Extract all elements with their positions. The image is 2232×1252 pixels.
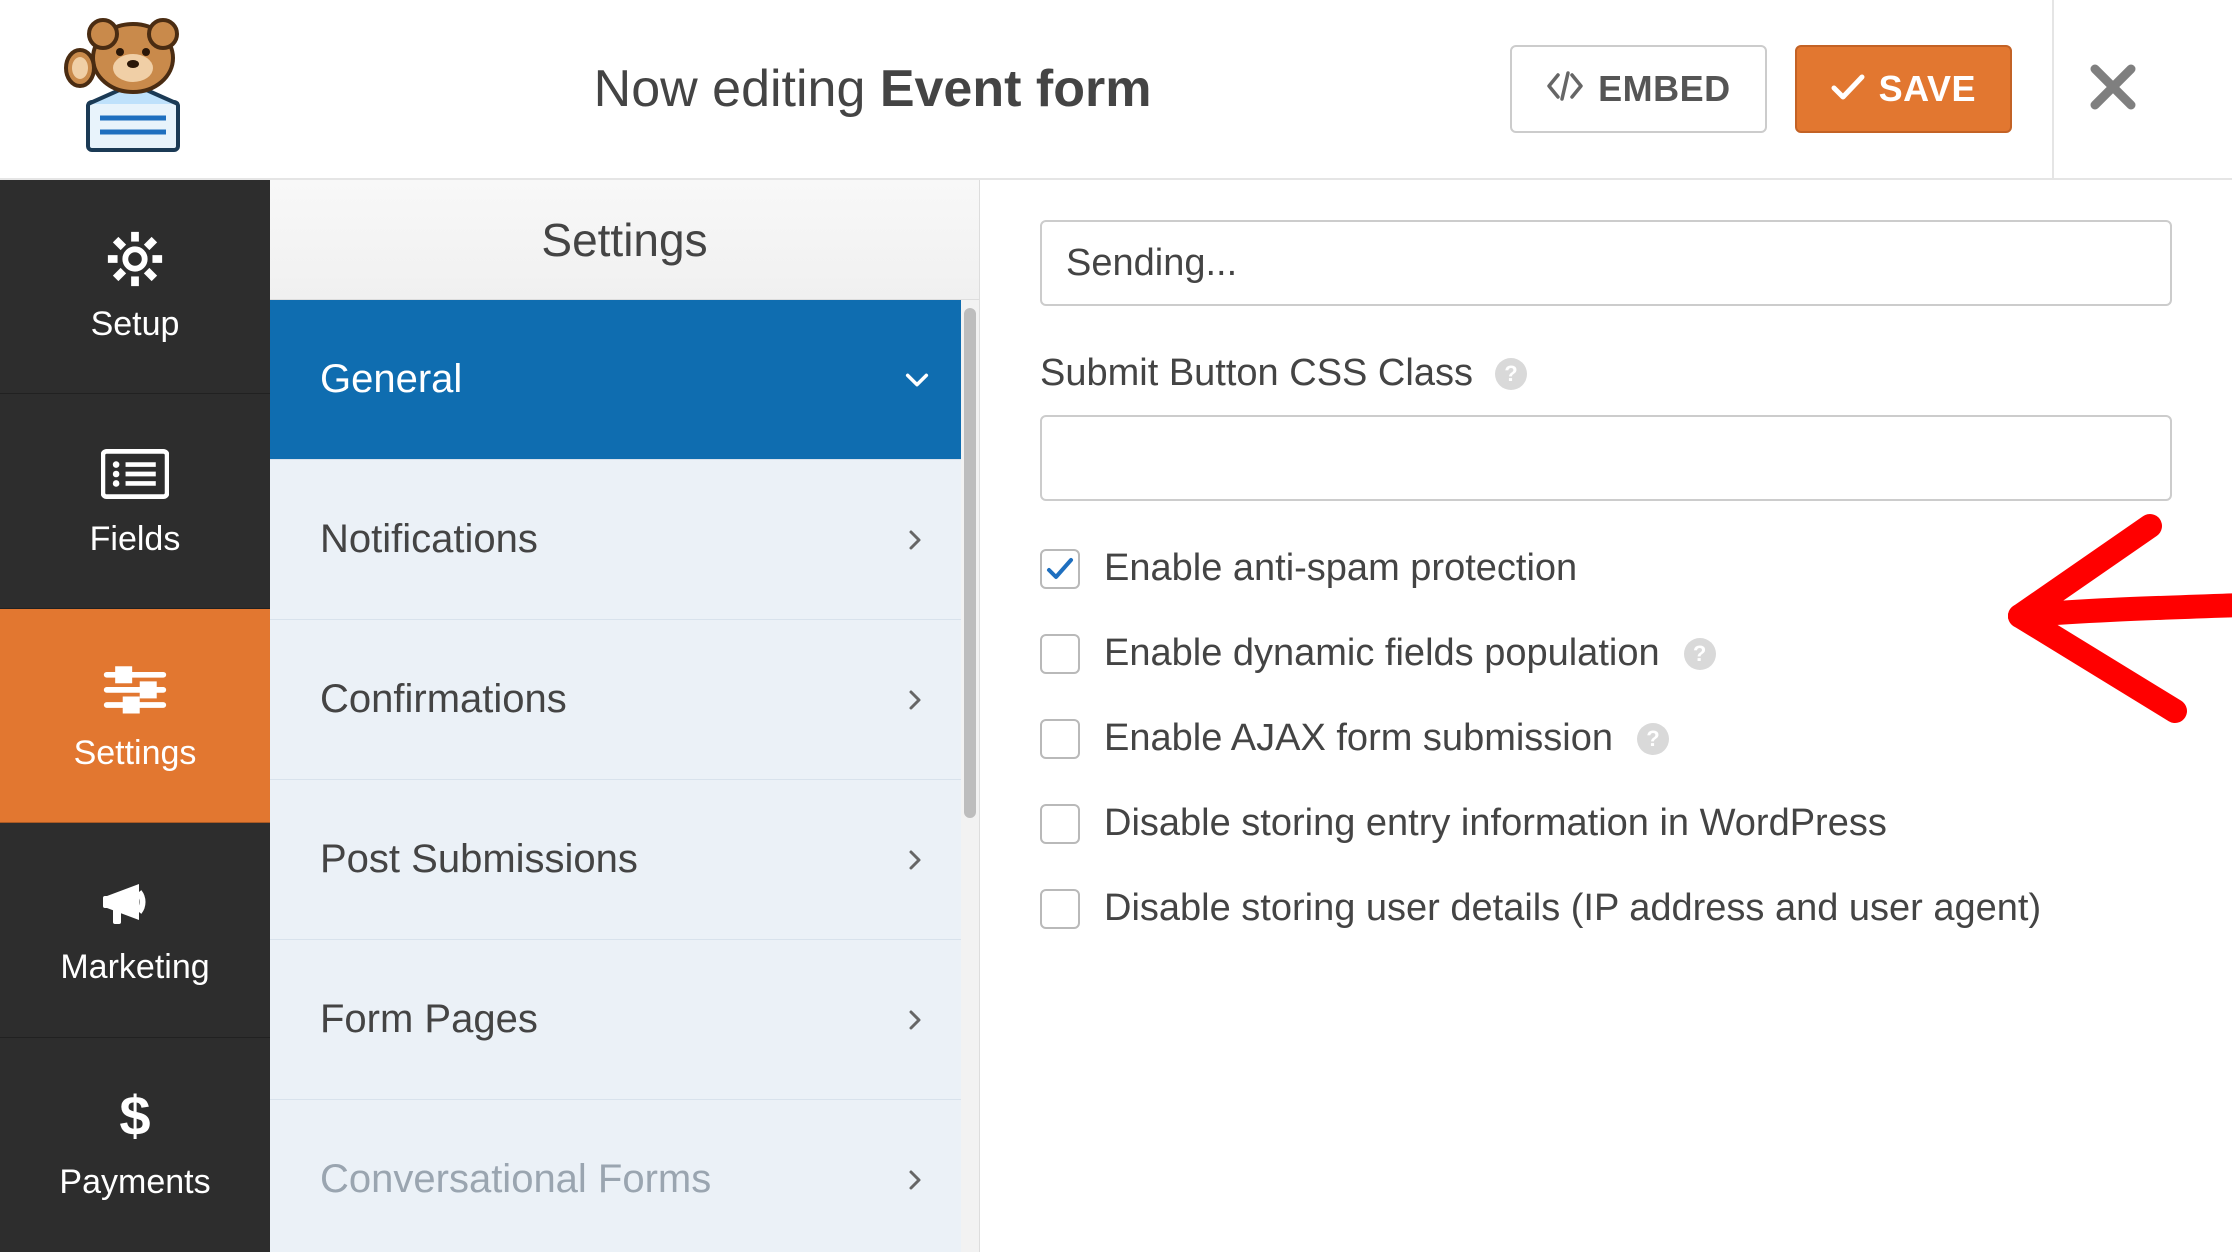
- primary-sidebar: Setup Fields Settings Marketing: [0, 180, 270, 1252]
- settings-tab-label: Post Submissions: [320, 837, 638, 882]
- checkbox-icon[interactable]: [1040, 719, 1080, 759]
- save-button[interactable]: SAVE: [1795, 45, 2012, 133]
- chevron-down-icon: [903, 366, 933, 394]
- checkmark-icon: [1831, 68, 1865, 110]
- sidebar-label: Settings: [74, 734, 197, 773]
- checkbox-label: Enable dynamic fields population: [1104, 632, 1660, 675]
- checkbox-label: Disable storing user details (IP address…: [1104, 887, 2041, 930]
- header-buttons: EMBED SAVE: [1510, 45, 2012, 133]
- settings-general-content: Submit Button CSS Class ? Enable anti-sp…: [980, 180, 2232, 1252]
- sliders-icon: [101, 658, 169, 718]
- submit-button-css-field: Submit Button CSS Class ?: [1040, 352, 2172, 501]
- sidebar-label: Setup: [91, 305, 180, 344]
- settings-panel: Settings General Notifications Confirmat…: [270, 180, 980, 1252]
- checkbox-icon[interactable]: [1040, 889, 1080, 929]
- checkbox-disable-entry-storage[interactable]: Disable storing entry information in Wor…: [1040, 802, 2172, 845]
- embed-label: EMBED: [1598, 68, 1731, 110]
- list-icon: [101, 444, 169, 504]
- help-icon[interactable]: ?: [1637, 723, 1669, 755]
- submit-processing-text-field: [1040, 220, 2172, 306]
- settings-tab-label: Confirmations: [320, 677, 567, 722]
- chevron-right-icon: [903, 1168, 933, 1192]
- help-icon[interactable]: ?: [1684, 638, 1716, 670]
- sidebar-item-setup[interactable]: Setup: [0, 180, 270, 394]
- sidebar-label: Payments: [59, 1163, 210, 1202]
- settings-tab-label: General: [320, 357, 462, 402]
- editing-title: Now editing Event form: [235, 59, 1510, 119]
- settings-panel-title: Settings: [270, 180, 979, 300]
- editor-body: Setup Fields Settings Marketing: [0, 180, 2232, 1252]
- field-label-row: Submit Button CSS Class ?: [1040, 352, 2172, 395]
- settings-tab-post-submissions[interactable]: Post Submissions: [270, 780, 979, 940]
- settings-panel-list: General Notifications Confirmations Post…: [270, 300, 979, 1252]
- sidebar-label: Fields: [90, 520, 181, 559]
- chevron-right-icon: [903, 848, 933, 872]
- save-label: SAVE: [1879, 68, 1976, 110]
- checkbox-dynamic-fields[interactable]: Enable dynamic fields population ?: [1040, 632, 2172, 675]
- close-button[interactable]: [2052, 0, 2172, 179]
- checkbox-icon[interactable]: [1040, 634, 1080, 674]
- chevron-right-icon: [903, 1008, 933, 1032]
- sidebar-item-payments[interactable]: $ Payments: [0, 1038, 270, 1252]
- sidebar-item-fields[interactable]: Fields: [0, 394, 270, 608]
- close-icon: [2089, 63, 2137, 116]
- checkbox-label: Enable AJAX form submission: [1104, 717, 1613, 760]
- settings-panel-scrollbar[interactable]: [961, 300, 979, 1252]
- checkbox-label: Disable storing entry information in Wor…: [1104, 802, 1887, 845]
- checkbox-label: Enable anti-spam protection: [1104, 547, 1577, 590]
- dollar-icon: $: [101, 1087, 169, 1147]
- checkbox-ajax-submission[interactable]: Enable AJAX form submission ?: [1040, 717, 2172, 760]
- settings-tab-label: Notifications: [320, 517, 538, 562]
- editor-header: Now editing Event form EMBED SAVE: [0, 0, 2232, 180]
- annotation-arrow: [2000, 506, 2232, 726]
- bullhorn-icon: [101, 872, 169, 932]
- svg-text:$: $: [119, 1085, 150, 1147]
- settings-tab-notifications[interactable]: Notifications: [270, 460, 979, 620]
- checkbox-disable-user-details[interactable]: Disable storing user details (IP address…: [1040, 887, 2172, 930]
- gear-icon: [101, 229, 169, 289]
- submit-processing-text-input[interactable]: [1040, 220, 2172, 306]
- submit-button-css-input[interactable]: [1040, 415, 2172, 501]
- sidebar-item-settings[interactable]: Settings: [0, 609, 270, 823]
- settings-tab-conversational-forms[interactable]: Conversational Forms: [270, 1100, 979, 1252]
- sidebar-item-marketing[interactable]: Marketing: [0, 823, 270, 1037]
- settings-tab-label: Conversational Forms: [320, 1157, 711, 1202]
- scrollbar-thumb[interactable]: [964, 308, 976, 818]
- settings-tab-label: Form Pages: [320, 997, 538, 1042]
- app-logo: [25, 12, 235, 167]
- settings-tab-confirmations[interactable]: Confirmations: [270, 620, 979, 780]
- checkbox-anti-spam[interactable]: Enable anti-spam protection: [1040, 547, 2172, 590]
- field-label-text: Submit Button CSS Class: [1040, 352, 1473, 395]
- editing-prefix: Now editing: [594, 60, 880, 118]
- help-icon[interactable]: ?: [1495, 358, 1527, 390]
- embed-button[interactable]: EMBED: [1510, 45, 1767, 133]
- checkbox-icon[interactable]: [1040, 804, 1080, 844]
- code-icon: [1546, 68, 1584, 110]
- settings-tab-form-pages[interactable]: Form Pages: [270, 940, 979, 1100]
- wpforms-bear-icon: [50, 12, 210, 167]
- settings-tab-general[interactable]: General: [270, 300, 979, 460]
- form-name: Event form: [880, 60, 1152, 118]
- checkbox-icon[interactable]: [1040, 549, 1080, 589]
- chevron-right-icon: [903, 688, 933, 712]
- chevron-right-icon: [903, 528, 933, 552]
- sidebar-label: Marketing: [60, 948, 209, 987]
